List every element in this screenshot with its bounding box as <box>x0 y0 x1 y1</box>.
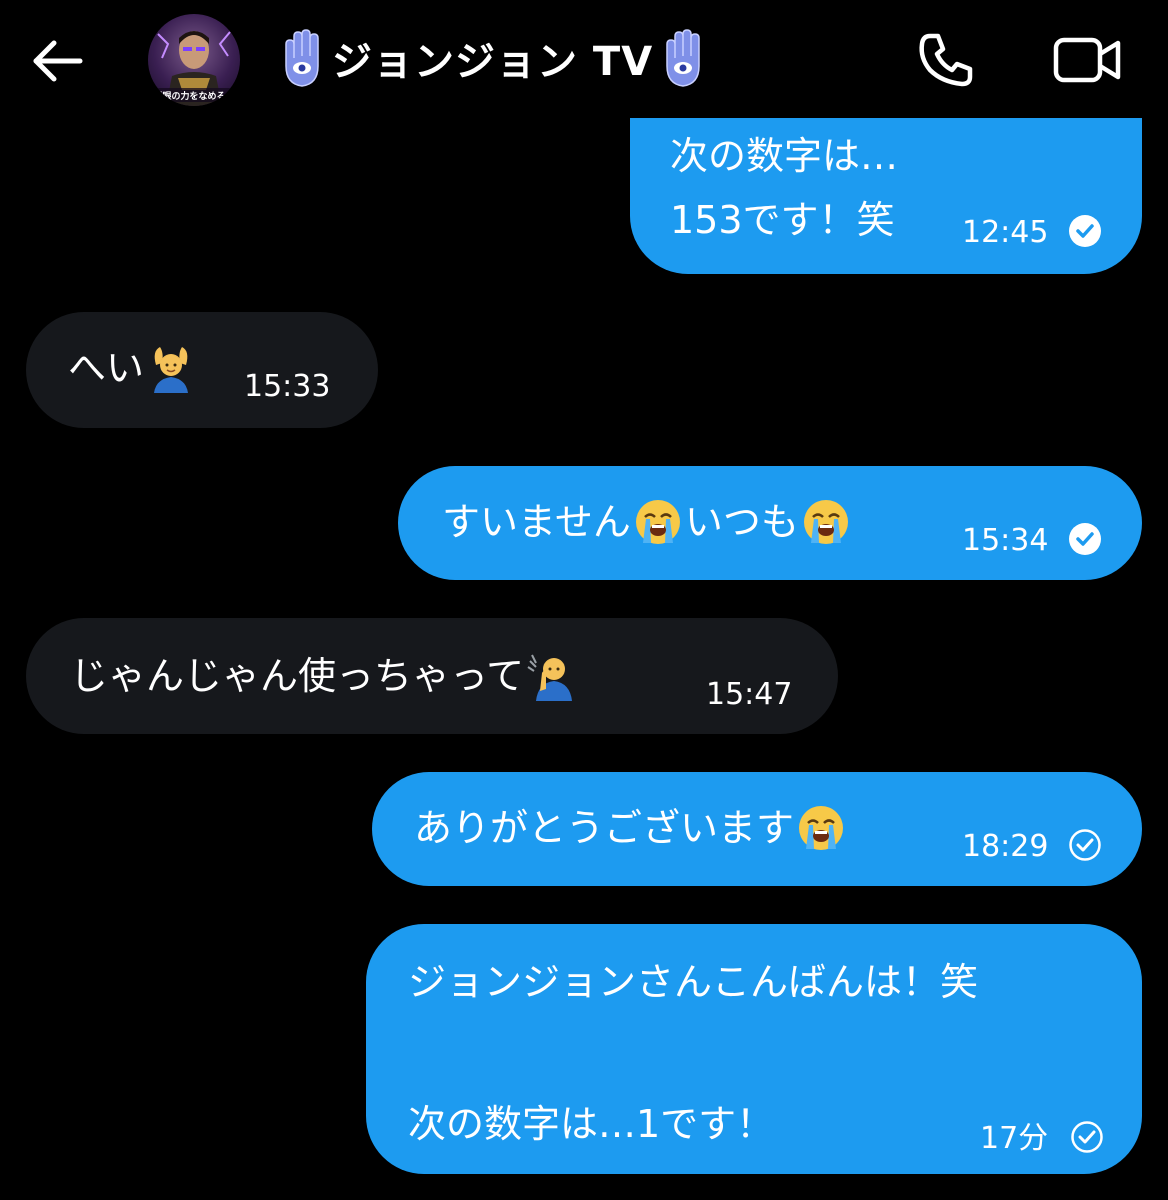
sent-check-icon <box>1071 1121 1103 1153</box>
outgoing-message[interactable]: 次の数字は… 153です！笑 12:45 <box>630 118 1142 274</box>
sent-check-icon <box>1069 829 1101 861</box>
person-gesturing-ok-emoji <box>154 346 189 393</box>
message-timestamp: 18:29 <box>962 829 1049 864</box>
message-text: ありがとうございます <box>414 800 848 857</box>
loudly-crying-face-emoji <box>799 805 844 850</box>
avatar[interactable]: 透眼の力をなめるな <box>148 14 240 106</box>
loudly-crying-face-emoji <box>635 499 680 544</box>
outgoing-message[interactable]: ジョンジョンさんこんばんは！笑 次の数字は…1です！ 17分 <box>366 924 1142 1174</box>
incoming-message[interactable]: じゃんじゃん使っちゃって 15:47 <box>26 618 838 734</box>
message-timestamp: 15:34 <box>962 523 1049 558</box>
hamsa-icon <box>666 29 700 87</box>
message-timestamp: 15:33 <box>244 369 331 404</box>
outgoing-message[interactable]: すいません いつも 15:34 <box>398 466 1142 580</box>
chat-title: ジョンジョン TV <box>332 39 654 85</box>
message-text-content: ありがとうございます <box>414 806 795 850</box>
read-check-icon <box>1069 523 1101 555</box>
video-call-icon[interactable] <box>1052 34 1122 86</box>
incoming-message[interactable]: へい 15:33 <box>26 312 378 428</box>
message-text-content: じゃんじゃん使っちゃって <box>70 654 525 698</box>
message-text-line2: 次の数字は…1です！ <box>408 1102 775 1146</box>
avatar-caption: 透眼の力をなめるな <box>153 90 234 102</box>
loudly-crying-face-emoji <box>803 499 848 544</box>
read-check-icon <box>1069 215 1101 247</box>
message-text-part: いつも <box>684 500 799 544</box>
back-arrow-icon[interactable] <box>30 34 84 88</box>
outgoing-message[interactable]: ありがとうございます 18:29 <box>372 772 1142 886</box>
deaf-man-emoji <box>527 654 573 701</box>
message-timestamp: 17分 <box>980 1121 1049 1156</box>
message-text-line1: 次の数字は… <box>670 134 899 178</box>
message-text: じゃんじゃん使っちゃって <box>70 648 578 705</box>
message-timestamp: 15:47 <box>706 677 793 712</box>
message-list[interactable]: 次の数字は… 153です！笑 12:45 へい 15:33 すいません いつも … <box>0 118 1168 1200</box>
chat-title-group[interactable]: ジョンジョン TV <box>276 26 709 90</box>
hamsa-icon <box>285 29 319 87</box>
message-timestamp: 12:45 <box>962 215 1049 250</box>
chat-header: 透眼の力をなめるな ジョンジョン TV <box>0 0 1168 118</box>
message-text: すいません いつも <box>442 494 853 551</box>
message-text-content: へい <box>68 346 145 390</box>
message-text: へい <box>68 340 198 397</box>
message-text-part: すいません <box>442 500 631 544</box>
message-text-line1: ジョンジョンさんこんばんは！笑 <box>408 960 979 1004</box>
avatar-image: 透眼の力をなめるな <box>153 31 235 106</box>
phone-call-icon[interactable] <box>916 30 976 90</box>
message-text-line2: 153です！笑 <box>670 198 895 242</box>
